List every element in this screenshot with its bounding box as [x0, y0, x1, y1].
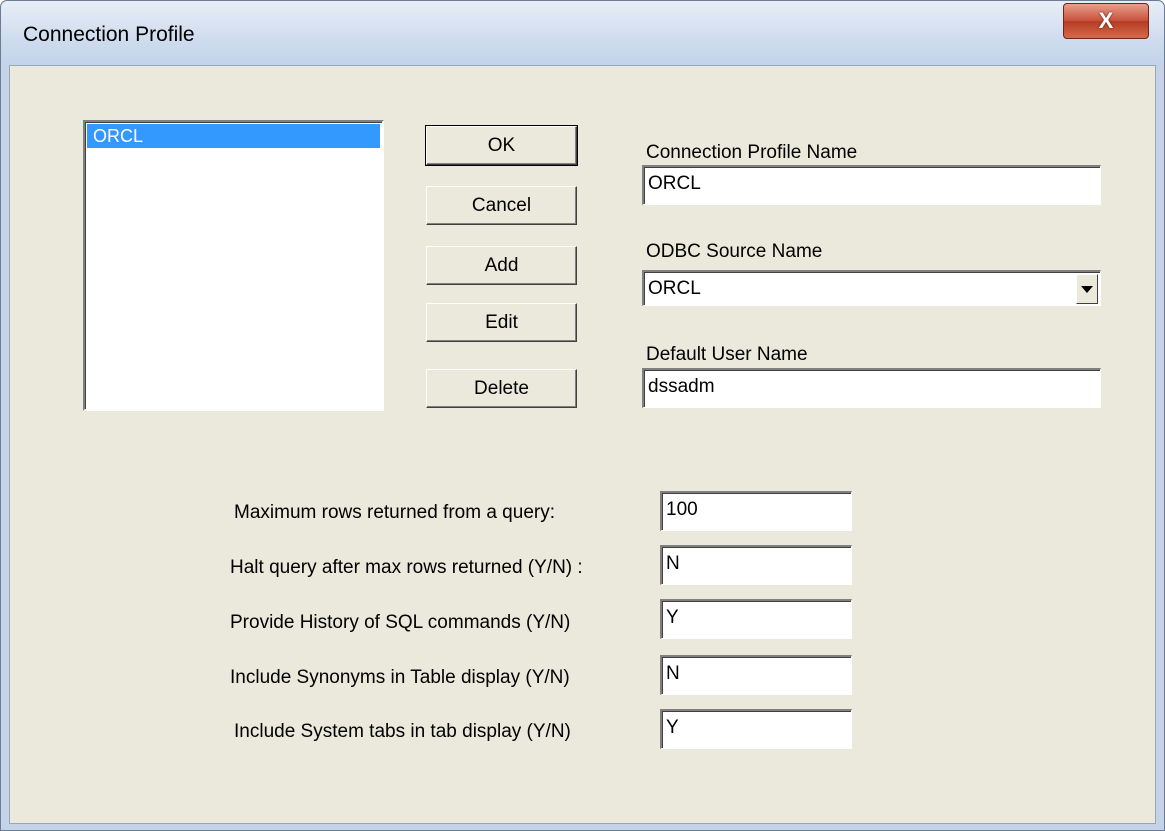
dropdown-button[interactable] — [1076, 274, 1098, 304]
connection-profile-window: Connection Profile X ORCL OK Cancel Add … — [0, 0, 1165, 831]
profile-name-input[interactable]: ORCL — [642, 165, 1101, 205]
dialog-body: ORCL OK Cancel Add Edit Delete Connectio… — [9, 65, 1156, 824]
odbc-source-value: ORCL — [648, 278, 701, 299]
ok-button[interactable]: OK — [425, 125, 578, 166]
chevron-down-icon — [1081, 285, 1093, 293]
include-system-tabs-input[interactable]: Y — [660, 709, 852, 749]
add-button[interactable]: Add — [426, 246, 577, 285]
sql-history-input[interactable]: Y — [660, 599, 852, 639]
title-bar[interactable]: Connection Profile X — [1, 1, 1164, 65]
include-system-tabs-label: Include System tabs in tab display (Y/N) — [234, 721, 571, 742]
odbc-source-label: ODBC Source Name — [646, 241, 823, 262]
include-synonyms-label: Include Synonyms in Table display (Y/N) — [230, 667, 570, 688]
include-synonyms-input[interactable]: N — [660, 655, 852, 695]
max-rows-input[interactable]: 100 — [660, 491, 852, 531]
halt-query-label: Halt query after max rows returned (Y/N)… — [230, 557, 583, 578]
cancel-button[interactable]: Cancel — [426, 186, 577, 225]
odbc-source-select[interactable]: ORCL — [642, 270, 1101, 306]
profiles-listbox[interactable]: ORCL — [83, 120, 384, 411]
window-title: Connection Profile — [23, 23, 195, 46]
default-user-input[interactable]: dssadm — [642, 368, 1101, 408]
close-icon: X — [1098, 8, 1114, 33]
delete-button[interactable]: Delete — [426, 369, 577, 408]
edit-button[interactable]: Edit — [426, 303, 577, 342]
halt-query-input[interactable]: N — [660, 545, 852, 585]
max-rows-label: Maximum rows returned from a query: — [234, 502, 555, 523]
list-item[interactable]: ORCL — [87, 124, 380, 148]
close-button[interactable]: X — [1063, 3, 1149, 39]
sql-history-label: Provide History of SQL commands (Y/N) — [230, 612, 571, 633]
default-user-label: Default User Name — [646, 344, 808, 365]
profile-name-label: Connection Profile Name — [646, 142, 858, 163]
